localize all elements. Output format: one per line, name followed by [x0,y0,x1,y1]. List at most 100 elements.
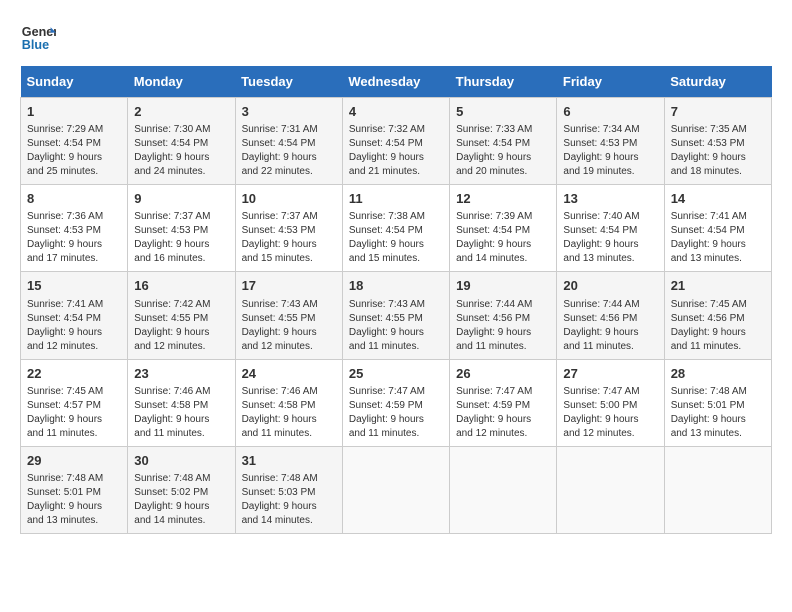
day-number: 15 [27,277,121,295]
day-info: Sunrise: 7:29 AM Sunset: 4:54 PM Dayligh… [27,123,121,179]
day-number: 16 [134,277,228,295]
empty-cell [557,446,664,533]
day-number: 4 [349,103,443,121]
empty-cell [342,446,449,533]
empty-cell [450,446,557,533]
day-info: Sunrise: 7:33 AM Sunset: 4:54 PM Dayligh… [456,123,550,179]
calendar-day-cell: 23 Sunrise: 7:46 AM Sunset: 4:58 PM Dayli… [128,359,235,446]
calendar-day-cell: 1Sunrise: 7:29 AM Sunset: 4:54 PM Daylig… [21,98,128,185]
day-number: 25 [349,365,443,383]
day-info: Sunrise: 7:46 AM Sunset: 4:58 PM Dayligh… [134,385,228,441]
col-header-saturday: Saturday [664,66,771,98]
calendar-day-cell: 5 Sunrise: 7:33 AM Sunset: 4:54 PM Daylig… [450,98,557,185]
col-header-thursday: Thursday [450,66,557,98]
day-info: Sunrise: 7:48 AM Sunset: 5:01 PM Dayligh… [27,472,121,528]
day-info: Sunrise: 7:34 AM Sunset: 4:53 PM Dayligh… [563,123,657,179]
calendar-day-cell: 29 Sunrise: 7:48 AM Sunset: 5:01 PM Dayli… [21,446,128,533]
col-header-friday: Friday [557,66,664,98]
day-number: 12 [456,190,550,208]
calendar-day-cell: 22 Sunrise: 7:45 AM Sunset: 4:57 PM Dayli… [21,359,128,446]
day-number: 22 [27,365,121,383]
day-number: 14 [671,190,765,208]
calendar-week-row: 22 Sunrise: 7:45 AM Sunset: 4:57 PM Dayli… [21,359,772,446]
day-number: 31 [242,452,336,470]
day-number: 23 [134,365,228,383]
day-info: Sunrise: 7:45 AM Sunset: 4:57 PM Dayligh… [27,385,121,441]
day-info: Sunrise: 7:37 AM Sunset: 4:53 PM Dayligh… [242,210,336,266]
calendar-day-cell: 3 Sunrise: 7:31 AM Sunset: 4:54 PM Daylig… [235,98,342,185]
calendar-day-cell: 14 Sunrise: 7:41 AM Sunset: 4:54 PM Dayli… [664,185,771,272]
calendar-day-cell: 11 Sunrise: 7:38 AM Sunset: 4:54 PM Dayli… [342,185,449,272]
day-info: Sunrise: 7:48 AM Sunset: 5:03 PM Dayligh… [242,472,336,528]
calendar-day-cell: 10Sunrise: 7:37 AM Sunset: 4:53 PM Dayli… [235,185,342,272]
col-header-wednesday: Wednesday [342,66,449,98]
calendar-day-cell: 4Sunrise: 7:32 AM Sunset: 4:54 PM Daylig… [342,98,449,185]
day-number: 27 [563,365,657,383]
day-number: 19 [456,277,550,295]
day-info: Sunrise: 7:35 AM Sunset: 4:53 PM Dayligh… [671,123,765,179]
day-info: Sunrise: 7:38 AM Sunset: 4:54 PM Dayligh… [349,210,443,266]
calendar-week-row: 15 Sunrise: 7:41 AM Sunset: 4:54 PM Dayli… [21,272,772,359]
calendar-week-row: 29 Sunrise: 7:48 AM Sunset: 5:01 PM Dayli… [21,446,772,533]
day-number: 26 [456,365,550,383]
day-number: 2 [134,103,228,121]
day-info: Sunrise: 7:40 AM Sunset: 4:54 PM Dayligh… [563,210,657,266]
day-info: Sunrise: 7:47 AM Sunset: 4:59 PM Dayligh… [349,385,443,441]
day-number: 24 [242,365,336,383]
calendar-day-cell: 31 Sunrise: 7:48 AM Sunset: 5:03 PM Dayli… [235,446,342,533]
day-number: 9 [134,190,228,208]
day-number: 21 [671,277,765,295]
calendar-header-row: SundayMondayTuesdayWednesdayThursdayFrid… [21,66,772,98]
calendar-day-cell: 30 Sunrise: 7:48 AM Sunset: 5:02 PM Dayli… [128,446,235,533]
day-info: Sunrise: 7:47 AM Sunset: 5:00 PM Dayligh… [563,385,657,441]
day-info: Sunrise: 7:46 AM Sunset: 4:58 PM Dayligh… [242,385,336,441]
day-number: 3 [242,103,336,121]
day-info: Sunrise: 7:42 AM Sunset: 4:55 PM Dayligh… [134,298,228,354]
day-info: Sunrise: 7:44 AM Sunset: 4:56 PM Dayligh… [563,298,657,354]
day-info: Sunrise: 7:48 AM Sunset: 5:01 PM Dayligh… [671,385,765,441]
day-number: 30 [134,452,228,470]
calendar-table: SundayMondayTuesdayWednesdayThursdayFrid… [20,66,772,534]
day-info: Sunrise: 7:36 AM Sunset: 4:53 PM Dayligh… [27,210,121,266]
day-info: Sunrise: 7:30 AM Sunset: 4:54 PM Dayligh… [134,123,228,179]
calendar-day-cell: 27 Sunrise: 7:47 AM Sunset: 5:00 PM Dayli… [557,359,664,446]
day-number: 5 [456,103,550,121]
day-number: 18 [349,277,443,295]
calendar-day-cell: 24 Sunrise: 7:46 AM Sunset: 4:58 PM Dayli… [235,359,342,446]
calendar-day-cell: 7Sunrise: 7:35 AM Sunset: 4:53 PM Daylig… [664,98,771,185]
calendar-day-cell: 2 Sunrise: 7:30 AM Sunset: 4:54 PM Daylig… [128,98,235,185]
day-info: Sunrise: 7:43 AM Sunset: 4:55 PM Dayligh… [242,298,336,354]
day-number: 20 [563,277,657,295]
day-info: Sunrise: 7:41 AM Sunset: 4:54 PM Dayligh… [27,298,121,354]
day-number: 28 [671,365,765,383]
day-number: 17 [242,277,336,295]
day-info: Sunrise: 7:45 AM Sunset: 4:56 PM Dayligh… [671,298,765,354]
calendar-day-cell: 18 Sunrise: 7:43 AM Sunset: 4:55 PM Dayli… [342,272,449,359]
day-info: Sunrise: 7:43 AM Sunset: 4:55 PM Dayligh… [349,298,443,354]
col-header-sunday: Sunday [21,66,128,98]
calendar-day-cell: 8Sunrise: 7:36 AM Sunset: 4:53 PM Daylig… [21,185,128,272]
calendar-week-row: 8Sunrise: 7:36 AM Sunset: 4:53 PM Daylig… [21,185,772,272]
day-number: 29 [27,452,121,470]
day-info: Sunrise: 7:44 AM Sunset: 4:56 PM Dayligh… [456,298,550,354]
calendar-day-cell: 9Sunrise: 7:37 AM Sunset: 4:53 PM Daylig… [128,185,235,272]
calendar-week-row: 1Sunrise: 7:29 AM Sunset: 4:54 PM Daylig… [21,98,772,185]
logo: General Blue [20,20,56,56]
calendar-day-cell: 17 Sunrise: 7:43 AM Sunset: 4:55 PM Dayli… [235,272,342,359]
col-header-monday: Monday [128,66,235,98]
day-info: Sunrise: 7:39 AM Sunset: 4:54 PM Dayligh… [456,210,550,266]
calendar-day-cell: 6 Sunrise: 7:34 AM Sunset: 4:53 PM Daylig… [557,98,664,185]
col-header-tuesday: Tuesday [235,66,342,98]
day-number: 13 [563,190,657,208]
day-info: Sunrise: 7:41 AM Sunset: 4:54 PM Dayligh… [671,210,765,266]
calendar-day-cell: 12 Sunrise: 7:39 AM Sunset: 4:54 PM Dayli… [450,185,557,272]
day-number: 11 [349,190,443,208]
calendar-day-cell: 15 Sunrise: 7:41 AM Sunset: 4:54 PM Dayli… [21,272,128,359]
page-header: General Blue [20,20,772,56]
calendar-day-cell: 16 Sunrise: 7:42 AM Sunset: 4:55 PM Dayli… [128,272,235,359]
day-number: 6 [563,103,657,121]
day-info: Sunrise: 7:48 AM Sunset: 5:02 PM Dayligh… [134,472,228,528]
day-info: Sunrise: 7:31 AM Sunset: 4:54 PM Dayligh… [242,123,336,179]
calendar-day-cell: 25 Sunrise: 7:47 AM Sunset: 4:59 PM Dayli… [342,359,449,446]
svg-text:Blue: Blue [22,38,49,52]
